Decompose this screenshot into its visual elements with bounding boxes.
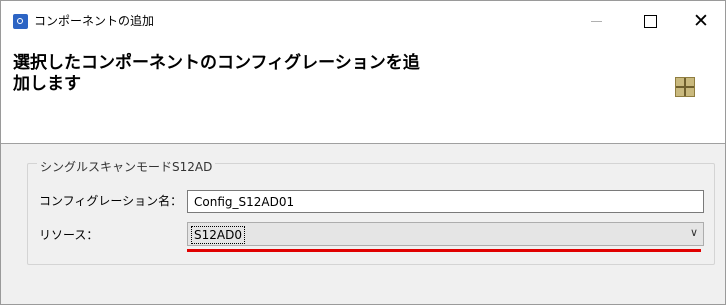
window-title: コンポーネントの追加	[34, 14, 155, 28]
close-button[interactable]: ✕	[678, 1, 724, 41]
wizard-header: 選択したコンポーネントのコンフィグレーションを追加します	[1, 41, 725, 144]
minimize-button[interactable]	[573, 1, 619, 41]
maximize-icon	[643, 14, 657, 28]
page-title: 選択したコンポーネントのコンフィグレーションを追加します	[13, 53, 420, 94]
chevron-down-icon[interactable]: ∨	[690, 226, 698, 239]
group-legend: シングルスキャンモードS12AD	[37, 158, 216, 175]
resource-label: リソース：	[39, 228, 99, 242]
resource-selected-value: S12AD0	[191, 226, 245, 244]
minimize-icon	[590, 20, 602, 22]
resource-select[interactable]: S12AD0 ∨	[187, 222, 704, 246]
config-name-value: Config_S12AD01	[194, 194, 295, 209]
component-grid-icon	[675, 77, 695, 97]
title-bar: コンポーネントの追加 ✕	[1, 1, 725, 41]
highlight-underline	[187, 249, 701, 252]
config-name-label: コンフィグレーション名：	[39, 194, 183, 208]
close-icon: ✕	[693, 10, 709, 32]
add-component-dialog: コンポーネントの追加 ✕ 選択したコンポーネントのコンフィグレーションを追加しま…	[0, 0, 726, 305]
renesas-app-icon	[13, 14, 28, 29]
config-name-input[interactable]: Config_S12AD01	[187, 190, 704, 213]
maximize-button[interactable]	[627, 1, 673, 41]
